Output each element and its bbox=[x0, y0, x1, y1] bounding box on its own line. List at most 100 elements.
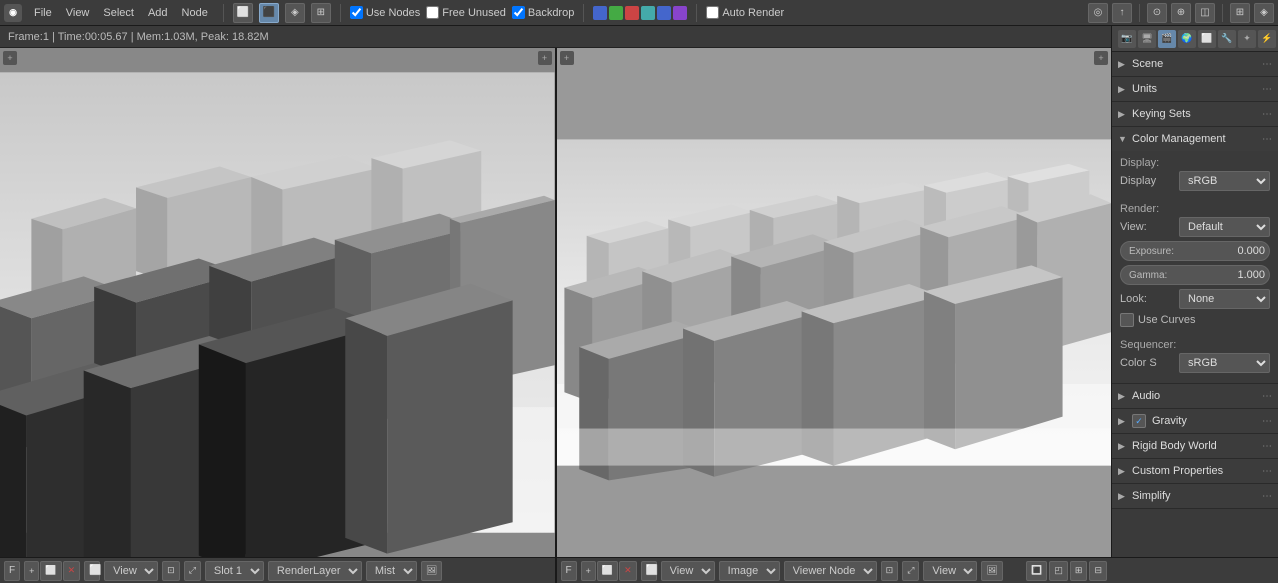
viewport-left[interactable]: + + bbox=[0, 48, 557, 557]
menu-select[interactable]: Select bbox=[97, 5, 140, 21]
auto-render-checkbox[interactable] bbox=[706, 6, 719, 19]
use-nodes-checkbox[interactable] bbox=[350, 6, 363, 19]
color-btn-blue[interactable] bbox=[593, 6, 607, 20]
gamma-field[interactable]: Gamma: 1.000 bbox=[1120, 265, 1270, 285]
image-dropdown[interactable]: Image bbox=[719, 561, 780, 581]
bottom-icon-image[interactable]: 🖼 bbox=[421, 561, 442, 581]
backdrop-checkbox[interactable] bbox=[512, 6, 525, 19]
menu-node[interactable]: Node bbox=[176, 5, 214, 21]
bottom-r-icon-1[interactable]: + bbox=[581, 561, 596, 581]
section-audio-title: Audio bbox=[1132, 390, 1258, 402]
icon-btn-1[interactable]: ⬜ bbox=[233, 3, 253, 23]
icon-btn-3[interactable]: ◈ bbox=[285, 3, 305, 23]
exposure-field[interactable]: Exposure: 0.000 bbox=[1120, 241, 1270, 261]
bottom-r-icons-row2[interactable]: ◰ bbox=[1049, 561, 1068, 581]
render-icon-6[interactable]: ⊞ bbox=[1230, 3, 1250, 23]
bottom-icon-3[interactable]: ✕ bbox=[63, 561, 81, 581]
render-layer-dropdown[interactable]: RenderLayer bbox=[268, 561, 362, 581]
menu-add[interactable]: Add bbox=[142, 5, 174, 21]
color-btn-green[interactable] bbox=[609, 6, 623, 20]
render-icon-1[interactable]: ◎ bbox=[1088, 3, 1108, 23]
sidebar-tab-output[interactable]: 🖥 bbox=[1138, 30, 1156, 48]
use-nodes-toggle[interactable]: Use Nodes bbox=[350, 6, 420, 19]
viewport-right[interactable]: + + bbox=[557, 48, 1112, 557]
sidebar-tab-modifiers[interactable]: 🔧 bbox=[1218, 30, 1236, 48]
section-color-mgmt-header[interactable]: ▼ Color Management ⋯ bbox=[1112, 127, 1278, 151]
section-audio-header[interactable]: ▶ Audio ⋯ bbox=[1112, 384, 1278, 408]
render-icon-5[interactable]: ◫ bbox=[1195, 3, 1215, 23]
display-dropdown[interactable]: sRGB bbox=[1179, 171, 1270, 191]
bottom-r-icons-row[interactable]: 🔳 bbox=[1026, 561, 1047, 581]
render-icon-7[interactable]: ◈ bbox=[1254, 3, 1274, 23]
bottom-r-icons-row4[interactable]: ⊟ bbox=[1089, 561, 1107, 581]
bottom-r-icon-3[interactable]: ✕ bbox=[619, 561, 637, 581]
backdrop-toggle[interactable]: Backdrop bbox=[512, 6, 574, 19]
bottom-maximize-icon[interactable]: ⤢ bbox=[184, 561, 201, 581]
bottom-r-icon-4[interactable]: ⬜ bbox=[641, 561, 657, 581]
sidebar-tab-particles[interactable]: ✦ bbox=[1238, 30, 1256, 48]
color-btn-blue2[interactable] bbox=[657, 6, 671, 20]
view-dropdown[interactable]: Default bbox=[1179, 217, 1270, 237]
viewer-node-dropdown[interactable]: Viewer Node bbox=[784, 561, 877, 581]
bottom-toolbar-left: F + ⬜ ✕ ⬜ View ⊡ ⤢ Slot 1 RenderLayer Mi… bbox=[0, 558, 557, 583]
section-audio: ▶ Audio ⋯ bbox=[1112, 384, 1278, 409]
render-icon-2[interactable]: ↑ bbox=[1112, 3, 1132, 23]
section-scene-header[interactable]: ▶ Scene ⋯ bbox=[1112, 52, 1278, 76]
frame-btn[interactable]: F bbox=[4, 561, 20, 581]
separator-1 bbox=[1120, 195, 1270, 203]
section-units-arrow: ▶ bbox=[1118, 84, 1128, 95]
view-dropdown-right[interactable]: View bbox=[661, 561, 715, 581]
render-icon-4[interactable]: ⊕ bbox=[1171, 3, 1191, 23]
look-dropdown[interactable]: None bbox=[1179, 289, 1270, 309]
viewport-tl-corner[interactable]: + bbox=[3, 51, 17, 65]
sidebar-tab-physics[interactable]: ⚡ bbox=[1258, 30, 1276, 48]
bottom-r-layout[interactable]: ⊡ bbox=[881, 561, 899, 581]
color-btn-cyan[interactable] bbox=[641, 6, 655, 20]
bottom-icon-1[interactable]: + bbox=[24, 561, 39, 581]
sidebar-tab-scene[interactable]: 🎬 bbox=[1158, 30, 1176, 48]
section-units-header[interactable]: ▶ Units ⋯ bbox=[1112, 77, 1278, 101]
color-btn-red[interactable] bbox=[625, 6, 639, 20]
bottom-icon-4[interactable]: ⬜ bbox=[84, 561, 100, 581]
viewport-right-tr-corner[interactable]: + bbox=[1094, 51, 1108, 65]
section-custom-expand: ⋯ bbox=[1262, 466, 1272, 477]
section-gravity-title: Gravity bbox=[1152, 415, 1258, 427]
view-dropdown-left[interactable]: View bbox=[104, 561, 158, 581]
gravity-checkbox[interactable]: ✓ bbox=[1132, 414, 1146, 428]
section-keying-sets-header[interactable]: ▶ Keying Sets ⋯ bbox=[1112, 102, 1278, 126]
gamma-row: Gamma: 1.000 bbox=[1120, 265, 1270, 285]
section-custom-props: ▶ Custom Properties ⋯ bbox=[1112, 459, 1278, 484]
icon-btn-4[interactable]: ⊞ bbox=[311, 3, 331, 23]
free-unused-checkbox[interactable] bbox=[426, 6, 439, 19]
bottom-r-maximize[interactable]: ⤢ bbox=[902, 561, 919, 581]
menu-view[interactable]: View bbox=[60, 5, 96, 21]
bottom-r-icon-2[interactable]: ⬜ bbox=[597, 561, 618, 581]
use-curves-checkbox[interactable] bbox=[1120, 313, 1134, 327]
section-simplify-header[interactable]: ▶ Simplify ⋯ bbox=[1112, 484, 1278, 508]
sidebar-tab-render[interactable]: 📷 bbox=[1118, 30, 1136, 48]
color-s-dropdown[interactable]: sRGB bbox=[1179, 353, 1270, 373]
viewport-right-tl-corner[interactable]: + bbox=[560, 51, 574, 65]
bottom-r-icons-row3[interactable]: ⊞ bbox=[1070, 561, 1088, 581]
frame-btn-right[interactable]: F bbox=[561, 561, 577, 581]
icon-btn-2[interactable]: ⬛ bbox=[259, 3, 279, 23]
left-viewport-scene bbox=[0, 48, 555, 557]
bottom-r-img-icon[interactable]: 🖼 bbox=[981, 561, 1002, 581]
auto-render-toggle[interactable]: Auto Render bbox=[706, 6, 784, 19]
render-icon-3[interactable]: ⊙ bbox=[1147, 3, 1167, 23]
bottom-layout-icon[interactable]: ⊡ bbox=[162, 561, 180, 581]
view-dropdown-right2[interactable]: View bbox=[923, 561, 977, 581]
free-unused-toggle[interactable]: Free Unused bbox=[426, 6, 506, 19]
viewport-tr-corner[interactable]: + bbox=[538, 51, 552, 65]
sidebar-tab-object[interactable]: ⬜ bbox=[1198, 30, 1216, 48]
bottom-icon-2[interactable]: ⬜ bbox=[40, 561, 61, 581]
section-gravity-header[interactable]: ▶ ✓ Gravity ⋯ bbox=[1112, 409, 1278, 433]
sidebar-tab-world[interactable]: 🌍 bbox=[1178, 30, 1196, 48]
slot-dropdown[interactable]: Slot 1 bbox=[205, 561, 264, 581]
section-custom-props-header[interactable]: ▶ Custom Properties ⋯ bbox=[1112, 459, 1278, 483]
section-rigid-expand: ⋯ bbox=[1262, 441, 1272, 452]
section-rigid-body-header[interactable]: ▶ Rigid Body World ⋯ bbox=[1112, 434, 1278, 458]
color-btn-purple[interactable] bbox=[673, 6, 687, 20]
mist-dropdown[interactable]: Mist bbox=[366, 561, 417, 581]
menu-file[interactable]: File bbox=[28, 5, 58, 21]
